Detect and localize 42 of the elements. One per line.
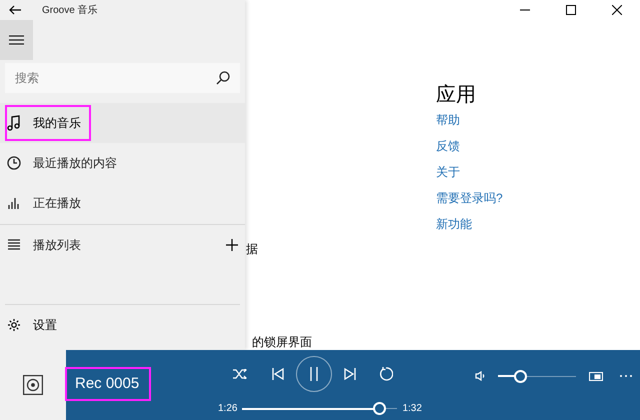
link[interactable]: 需要登录吗? (436, 189, 503, 207)
search-icon[interactable] (216, 71, 230, 85)
back-arrow-icon (9, 5, 21, 15)
maximize-icon (566, 5, 576, 15)
pause-icon (310, 367, 318, 381)
mini-view-icon (589, 372, 603, 380)
volume-slider[interactable] (498, 369, 576, 383)
content-text: 的锁屏界面 (252, 334, 312, 351)
link[interactable]: 反馈 (436, 137, 460, 155)
clock-icon (7, 156, 21, 170)
speaker-icon (475, 371, 485, 381)
section-title: 应用 (436, 83, 476, 108)
add-icon[interactable] (226, 238, 238, 250)
music-note-icon (7, 115, 21, 131)
track-title: Rec 0005 (67, 369, 149, 399)
previous-icon (272, 368, 284, 380)
window-title: Groove 音乐 (42, 4, 98, 18)
content-text: 据 (246, 241, 258, 258)
nav-item[interactable]: 正在播放 (0, 183, 245, 223)
menu-icon (9, 35, 24, 45)
duration-time: 1:32 (402, 402, 422, 416)
close-icon (612, 5, 622, 15)
search-field[interactable]: 搜索 (5, 63, 240, 93)
progress-slider[interactable] (242, 402, 398, 416)
menu-button[interactable] (0, 20, 33, 60)
elapsed-time: 1:26 (218, 402, 238, 416)
bars-icon (7, 197, 21, 209)
nav-item[interactable]: 最近播放的内容 (0, 143, 245, 183)
settings-icon (7, 318, 21, 332)
link[interactable]: 关于 (436, 163, 460, 181)
nav-item[interactable]: 播放列表 (0, 224, 245, 264)
album-art-icon (23, 375, 43, 395)
link[interactable]: 帮助 (436, 111, 460, 129)
list-icon (7, 239, 21, 250)
nav-item[interactable]: 我的音乐 (0, 103, 245, 143)
shuffle-icon (233, 369, 247, 379)
settings-item[interactable]: 设置 (0, 305, 245, 345)
link[interactable]: 新功能 (436, 215, 472, 233)
repeat-icon (379, 367, 393, 381)
pause-button[interactable] (296, 356, 332, 392)
minimize-icon (520, 9, 530, 11)
next-icon (344, 368, 356, 380)
